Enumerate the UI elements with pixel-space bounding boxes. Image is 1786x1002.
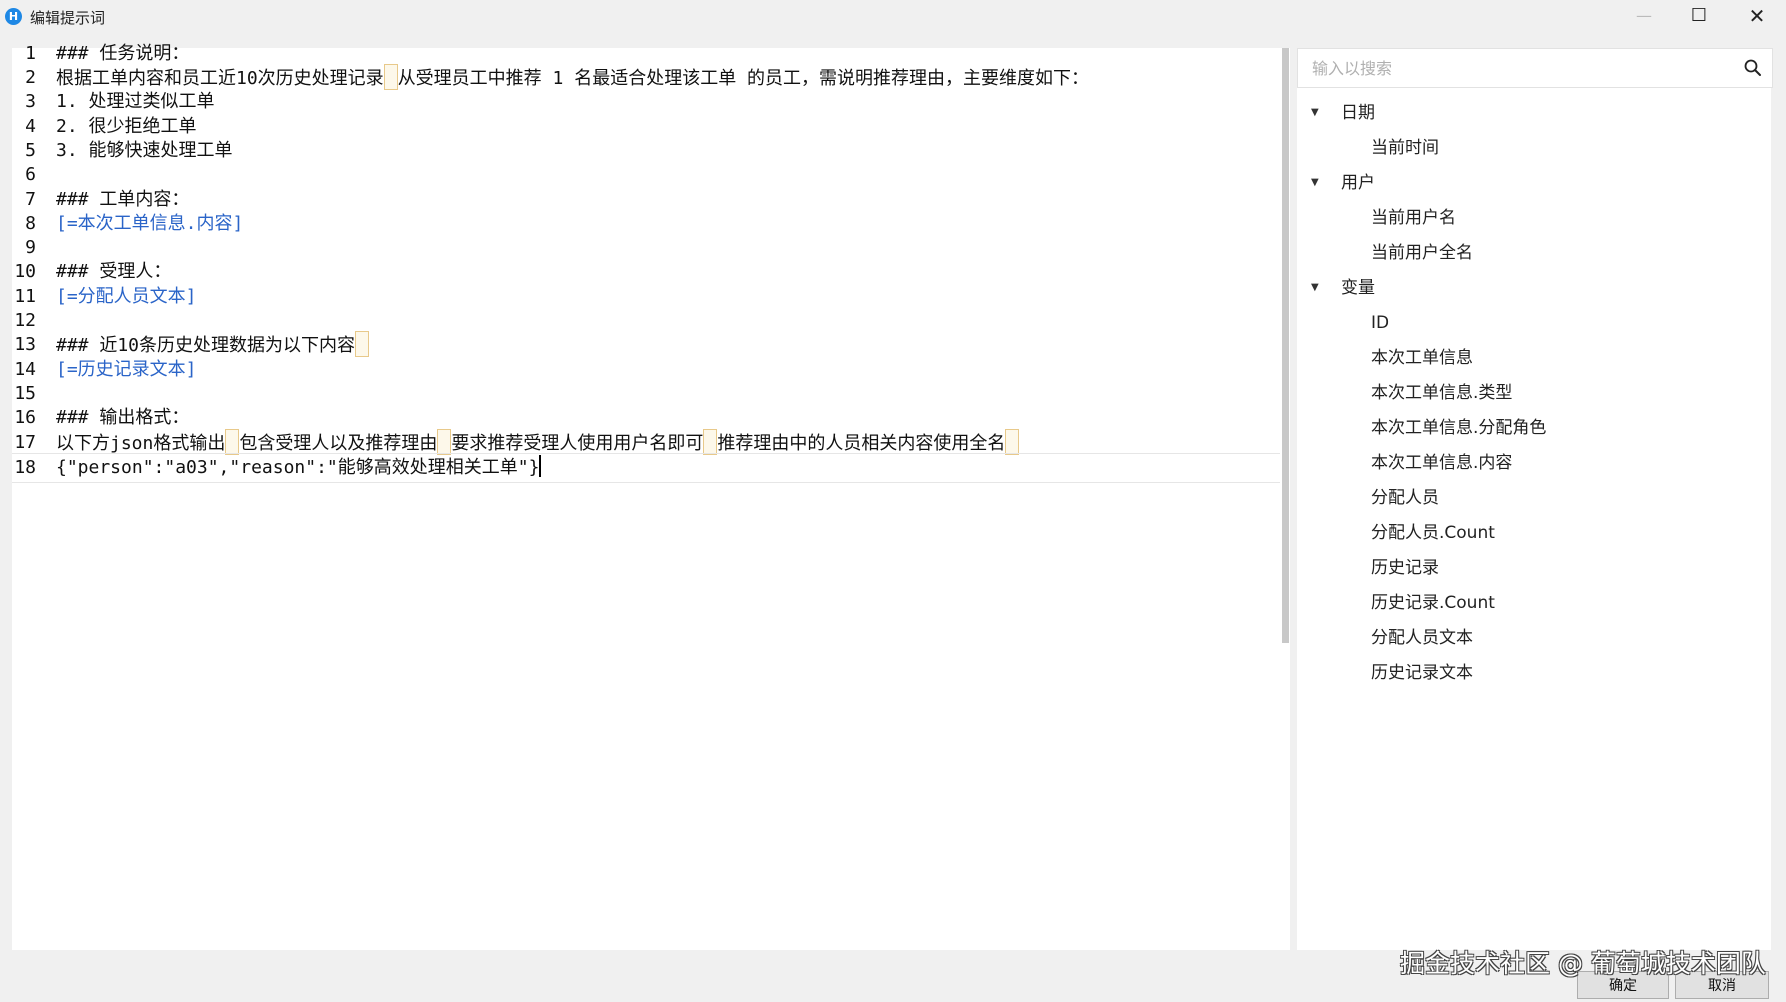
editor-scrollbar[interactable]: [1280, 48, 1290, 950]
app-logo-icon: H: [5, 8, 22, 25]
tree-item-label: 当前时间: [1371, 138, 1439, 158]
line-text: ### 受理人：: [56, 261, 172, 282]
tree-item[interactable]: 历史记录: [1297, 553, 1771, 583]
minimize-button[interactable]: —: [1616, 0, 1672, 32]
search-box: [1297, 48, 1773, 88]
line-text: {"person":"a03","reason":"能够高效处理相关工单"}: [56, 454, 542, 482]
tree-item-label: 本次工单信息: [1371, 348, 1473, 368]
expand-triangle-icon[interactable]: ▼: [1311, 168, 1319, 198]
text-segment: 要求推荐受理人使用用户名即可: [451, 433, 704, 454]
text-segment: 包含受理人以及推荐理由: [239, 433, 438, 454]
tree-item[interactable]: 本次工单信息.内容: [1297, 448, 1771, 478]
editor-line: 6: [12, 161, 1290, 189]
text-segment: ### 近10条历史处理数据为以下内容: [56, 335, 356, 356]
tree-group-vars[interactable]: ▼ 变量: [1297, 273, 1771, 303]
text-cursor: [539, 455, 542, 477]
text-segment: 从受理员工中推荐 1 名最适合处理该工单 的员工，需说明推荐理由，主要维度如下：: [397, 68, 1090, 89]
line-number: 3: [25, 91, 36, 112]
tree-item-label: 历史记录: [1371, 558, 1439, 578]
tree-item-label: 历史记录.Count: [1371, 593, 1495, 613]
maximize-button[interactable]: ☐: [1671, 0, 1727, 32]
expand-triangle-icon[interactable]: ▼: [1311, 98, 1319, 128]
tree-item-label: 当前用户全名: [1371, 243, 1473, 263]
scrollbar-thumb[interactable]: [1282, 48, 1289, 643]
tree-item-label: 本次工单信息.类型: [1371, 383, 1513, 403]
editor-line: 3 1. 处理过类似工单: [12, 88, 1290, 116]
text-segment: 推荐理由中的人员相关内容使用全名: [717, 433, 1006, 454]
tree-item-label: ID: [1371, 313, 1390, 333]
tree-item-label: 本次工单信息.分配角色: [1371, 418, 1547, 438]
tree-item[interactable]: 当前用户名: [1297, 203, 1771, 233]
punctuation-highlight: [1005, 429, 1020, 455]
search-icon[interactable]: [1743, 58, 1763, 78]
tree-item-label: 分配人员.Count: [1371, 523, 1495, 543]
tree-item[interactable]: 本次工单信息: [1297, 343, 1771, 373]
text-segment: 根据工单内容和员工近10次历史处理记录: [56, 68, 384, 89]
punctuation-highlight: [703, 429, 718, 455]
text-segment: 以下方json格式输出: [56, 433, 226, 454]
line-number: 13: [14, 334, 36, 355]
punctuation-highlight: [383, 64, 398, 90]
tree-item-label: 本次工单信息.内容: [1371, 453, 1513, 473]
line-text: ### 输出格式：: [56, 407, 190, 428]
tree-group-date[interactable]: ▼ 日期: [1297, 98, 1771, 128]
tree-item-label: 历史记录文本: [1371, 663, 1473, 683]
editor-line: 10 ### 受理人：: [12, 258, 1290, 286]
variable-panel: ▼日期 当前时间 ▼用户 当前用户名 当前用户全名 ▼变量 ID 本次工单信息 …: [1297, 48, 1773, 950]
line-number: 16: [14, 407, 36, 428]
line-number: 10: [14, 261, 36, 282]
search-input[interactable]: [1312, 55, 1712, 81]
punctuation-highlight: [437, 429, 452, 455]
tree-group-label: 日期: [1341, 103, 1375, 123]
window-title: 编辑提示词: [30, 9, 106, 27]
tree-item[interactable]: 本次工单信息.类型: [1297, 378, 1771, 408]
tree-item[interactable]: ID: [1297, 308, 1771, 338]
text-segment: {"person":"a03","reason":"能够高效处理相关工单"}: [56, 457, 540, 478]
punctuation-highlight: [355, 331, 370, 357]
tree-group-label: 变量: [1341, 278, 1375, 298]
tree-item[interactable]: 本次工单信息.分配角色: [1297, 413, 1771, 443]
title-bar: H 编辑提示词 — ☐ ✕: [0, 0, 1786, 32]
line-number: 6: [25, 164, 36, 185]
editor-line: 13 ### 近10条历史处理数据为以下内容: [12, 331, 1290, 359]
tree-item[interactable]: 当前时间: [1297, 133, 1771, 163]
punctuation-highlight: [225, 429, 240, 455]
prompt-editor[interactable]: 1 ### 任务说明： 2 根据工单内容和员工近10次历史处理记录 从受理员工中推荐 …: [12, 43, 1290, 950]
watermark: 掘金技术社区 @ 葡萄城技术团队: [1400, 949, 1766, 978]
tree-item[interactable]: 当前用户全名: [1297, 238, 1771, 268]
tree-item[interactable]: 分配人员.Count: [1297, 518, 1771, 548]
tree-item-label: 分配人员文本: [1371, 628, 1473, 648]
expand-triangle-icon[interactable]: ▼: [1311, 273, 1319, 303]
line-text: 1. 处理过类似工单: [56, 91, 215, 112]
tree-item-label: 当前用户名: [1371, 208, 1456, 228]
tree-item[interactable]: 历史记录文本: [1297, 658, 1771, 688]
tree-item[interactable]: 历史记录.Count: [1297, 588, 1771, 618]
editor-line-current: 18 {"person":"a03","reason":"能够高效处理相关工单"}: [12, 453, 1290, 483]
tree-item-label: 分配人员: [1371, 488, 1439, 508]
tree-group-label: 用户: [1341, 173, 1375, 193]
line-number: 18: [14, 457, 36, 478]
tree-group-user[interactable]: ▼ 用户: [1297, 168, 1771, 198]
editor-line: 16 ### 输出格式：: [12, 404, 1290, 432]
tree-item[interactable]: 分配人员文本: [1297, 623, 1771, 653]
tree-item[interactable]: 分配人员: [1297, 483, 1771, 513]
close-button[interactable]: ✕: [1729, 0, 1785, 32]
